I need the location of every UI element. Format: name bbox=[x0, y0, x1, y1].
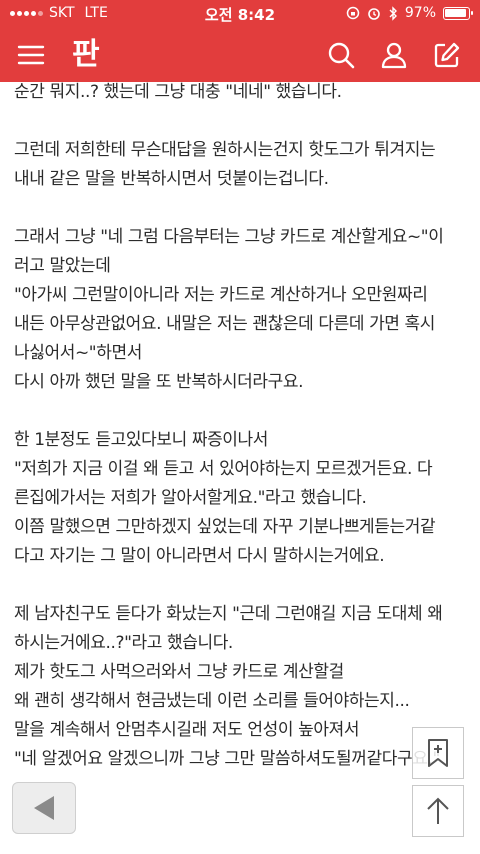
profile-button[interactable] bbox=[375, 36, 413, 74]
menu-button[interactable] bbox=[12, 36, 50, 74]
rotation-lock-icon bbox=[346, 6, 360, 20]
battery-percent: 97% bbox=[404, 5, 436, 21]
status-bar: SKT LTE 오전 8:42 97% bbox=[0, 0, 480, 28]
browser-back-button[interactable] bbox=[12, 782, 76, 834]
article-paragraph: 순간 뭐지..? 했는데 그냥 대충 "네네" 했습니다. bbox=[14, 78, 474, 107]
pann-logo[interactable]: 판 bbox=[72, 34, 100, 76]
text-line: 다시 아까 했던 말을 또 반복하시더라구요. bbox=[14, 372, 304, 392]
text-line: 이쯤 말했으면 그만하겠지 싶었는데 자꾸 기분나쁘게듣는거같 bbox=[14, 517, 436, 537]
text-line: 한 1분정도 듣고있다보니 짜증이나서 bbox=[14, 430, 269, 450]
battery-icon bbox=[443, 6, 473, 20]
text-line: 다고 자기는 그 말이 아니라면서 다시 말하시는거에요. bbox=[14, 546, 385, 566]
text-line: 순간 뭐지..? 했는데 그냥 대충 "네네" 했습니다. bbox=[14, 82, 342, 102]
bookmark-add-icon bbox=[428, 739, 448, 767]
top-toolbar: 판 bbox=[0, 30, 480, 78]
text-line: 그런데 저희한테 무슨대답을 원하시는건지 핫도그가 튀겨지는 bbox=[14, 140, 436, 160]
app-header: SKT LTE 오전 8:42 97% 판 bbox=[0, 0, 480, 82]
article-body: 순간 뭐지..? 했는데 그냥 대충 "네네" 했습니다. 그런데 저희한테 무슨… bbox=[14, 78, 474, 803]
text-line: 내내 같은 말을 반복하시면서 덧붙이는겁니다. bbox=[14, 169, 329, 189]
text-line: "저희가 지금 이걸 왜 듣고 서 있어야하는지 모르겠거든요. 다 bbox=[14, 459, 433, 479]
write-button[interactable] bbox=[428, 36, 466, 74]
text-line: 하시는거에요..?"라고 했습니다. bbox=[14, 633, 233, 653]
edit-icon bbox=[434, 42, 460, 68]
text-line: 제가 핫도그 사먹으러와서 그냥 카드로 계산할걸 bbox=[14, 662, 344, 682]
text-line: "아가씨 그런말이아니라 저는 카드로 계산하거나 오만원짜리 bbox=[14, 285, 428, 305]
text-line: 제 남자친구도 듣다가 화났는지 "근데 그런얘길 지금 도대체 왜 bbox=[14, 604, 443, 624]
text-line: 른집에가서는 저희가 알아서할게요."라고 했습니다. bbox=[14, 488, 367, 508]
triangle-left-icon bbox=[34, 796, 54, 820]
search-button[interactable] bbox=[322, 36, 360, 74]
bluetooth-icon bbox=[389, 5, 397, 21]
user-icon bbox=[381, 42, 407, 69]
article-paragraph: 제 남자친구도 듣다가 화났는지 "근데 그런얘길 지금 도대체 왜하시는거에요… bbox=[14, 600, 474, 774]
text-line: "네 알겠어요 알겠으니까 그냥 그만 말씀하셔도될꺼같다구요." bbox=[14, 749, 440, 769]
arrow-up-icon bbox=[427, 797, 449, 824]
text-line: 그래서 그냥 "네 그럼 다음부터는 그냥 카드로 계산할게요~"이 bbox=[14, 227, 444, 247]
text-line: 러고 말았는데 bbox=[14, 256, 111, 276]
article-paragraph: 한 1분정도 듣고있다보니 짜증이나서 "저희가 지금 이걸 왜 듣고 서 있어야… bbox=[14, 426, 474, 571]
bookmark-button[interactable] bbox=[412, 727, 464, 779]
article-paragraph: 그런데 저희한테 무슨대답을 원하시는건지 핫도그가 튀겨지는내내 같은 말을 … bbox=[14, 136, 474, 194]
scroll-top-button[interactable] bbox=[412, 785, 464, 837]
text-line: 왜 괜히 생각해서 현금냈는데 이런 소리를 들어야하는지... bbox=[14, 691, 410, 711]
text-line: 나싫어서~"하면서 bbox=[14, 343, 142, 363]
alarm-icon bbox=[368, 8, 380, 20]
menu-icon bbox=[17, 45, 45, 65]
search-icon bbox=[328, 42, 355, 69]
article-paragraph: 그래서 그냥 "네 그럼 다음부터는 그냥 카드로 계산할게요~"이러고 말았는… bbox=[14, 223, 474, 397]
text-line: 말을 계속해서 안멈추시길래 저도 언성이 높아져서 bbox=[14, 720, 360, 740]
text-line: 내든 아무상관없어요. 내말은 저는 괜찮은데 다른데 가면 혹시 bbox=[14, 314, 436, 334]
